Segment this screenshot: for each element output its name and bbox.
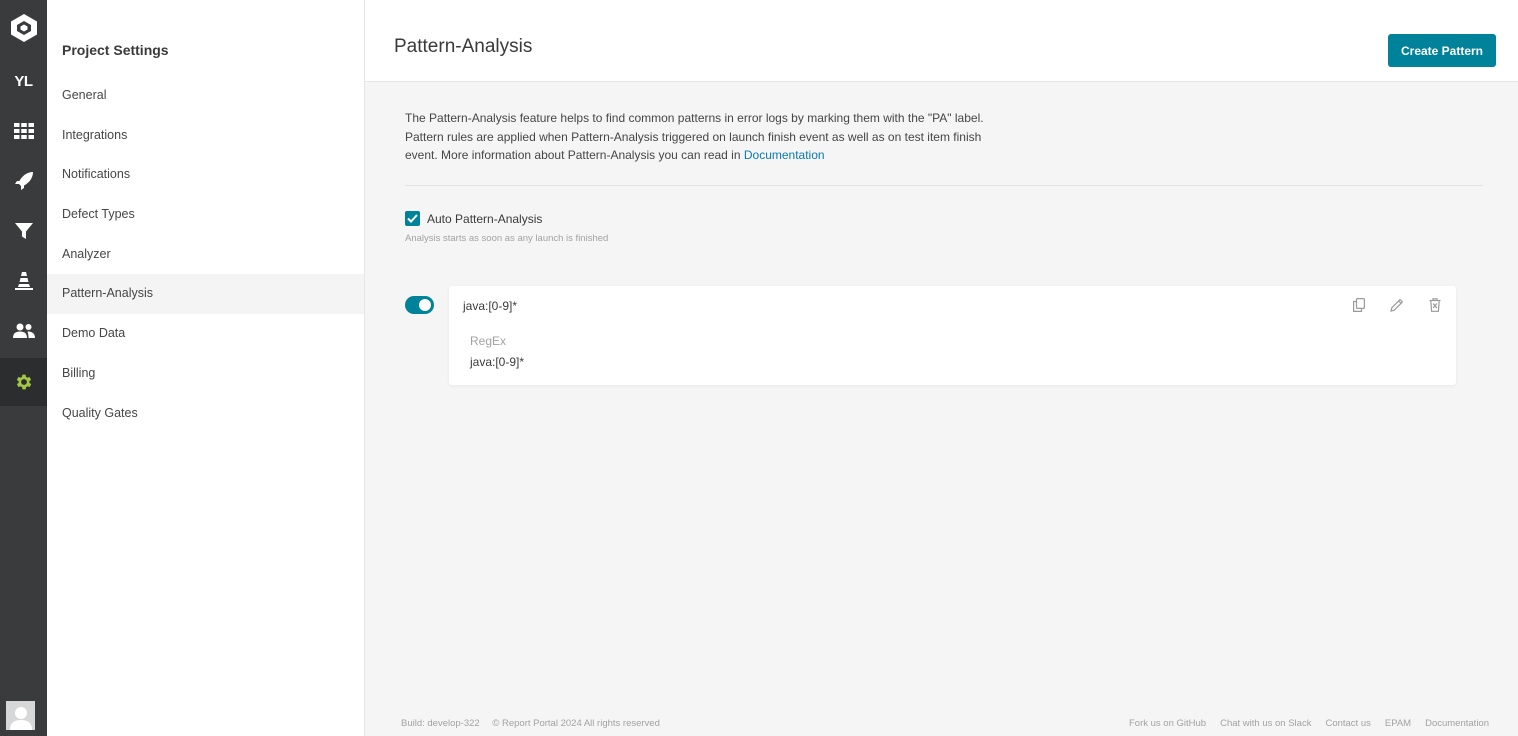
page-header: Pattern-Analysis Create Pattern [365,0,1518,82]
settings-nav-button[interactable] [0,358,47,406]
footer-build-info: Build: develop-322 © Report Portal 2024 … [401,718,660,729]
build-version: Build: develop-322 [401,718,480,729]
dashboard-grid-icon [13,123,34,139]
checkbox-hint: Analysis starts as soon as any launch is… [405,233,609,244]
sidebar-item-integrations[interactable]: Integrations [47,116,364,156]
copyright-text: © Report Portal 2024 All rights reserved [492,718,660,729]
auto-pattern-analysis-checkbox[interactable]: Auto Pattern-Analysis [405,211,542,226]
footer-link-documentation[interactable]: Documentation [1425,718,1489,729]
reportportal-logo-icon[interactable] [0,4,47,52]
sidebar-item-notifications[interactable]: Notifications [47,155,364,195]
settings-gear-icon [16,374,31,390]
pattern-name: java:[0-9]* [463,299,518,313]
debug-nav-button[interactable] [0,257,47,305]
copy-icon [1353,298,1365,312]
debug-cone-icon [14,272,33,290]
members-nav-button[interactable] [0,307,47,355]
section-divider [405,185,1483,186]
checkbox-checked[interactable] [405,211,420,226]
settings-sidebar: Project Settings General Integrations No… [47,0,365,736]
pattern-value: java:[0-9]* [470,355,525,369]
copy-pattern-button[interactable] [1352,298,1366,312]
pattern-card: java:[0-9]* RegEx java:[0-9]* [449,286,1456,385]
page-title: Pattern-Analysis [394,36,533,57]
toggle-knob [419,299,431,311]
sidebar-item-demo-data[interactable]: Demo Data [47,314,364,354]
rocket-launches-icon [14,172,33,190]
delete-pattern-button[interactable] [1428,298,1442,312]
members-icon [12,323,35,338]
sidebar-item-analyzer[interactable]: Analyzer [47,235,364,275]
pattern-type-label: RegEx [470,334,507,348]
description-text: The Pattern-Analysis feature helps to fi… [405,111,984,162]
launches-nav-button[interactable] [0,157,47,205]
edit-pattern-button[interactable] [1390,298,1404,312]
pattern-analysis-content: The Pattern-Analysis feature helps to fi… [405,109,1485,244]
checkmark-icon [407,214,418,223]
checkbox-label: Auto Pattern-Analysis [427,211,543,226]
footer-link-github[interactable]: Fork us on GitHub [1129,718,1206,729]
dashboards-nav-button[interactable] [0,107,47,155]
main-nav-rail: YL [0,0,47,736]
avatar[interactable] [6,701,35,730]
feature-description: The Pattern-Analysis feature helps to fi… [405,109,985,165]
project-initials: YL [14,72,33,90]
footer-link-slack[interactable]: Chat with us on Slack [1220,718,1311,729]
footer-links: Fork us on GitHub Chat with us on Slack … [1129,718,1489,729]
pattern-enabled-toggle[interactable] [405,296,434,314]
settings-nav-list: General Integrations Notifications Defec… [47,76,364,433]
create-pattern-button[interactable]: Create Pattern [1388,34,1496,67]
user-avatar-icon [9,707,32,730]
trash-icon [1429,298,1441,312]
filters-nav-button[interactable] [0,207,47,255]
footer-link-contact[interactable]: Contact us [1325,718,1370,729]
sidebar-item-pattern-analysis[interactable]: Pattern-Analysis [47,274,364,315]
footer-link-epam[interactable]: EPAM [1385,718,1411,729]
sidebar-item-general[interactable]: General [47,76,364,116]
project-selector[interactable]: YL [0,57,47,105]
sidebar-title: Project Settings [62,42,169,58]
pattern-actions [1352,298,1442,312]
sidebar-item-quality-gates[interactable]: Quality Gates [47,394,364,434]
filter-icon [14,223,33,239]
sidebar-item-defect-types[interactable]: Defect Types [47,195,364,235]
pencil-icon [1390,298,1404,312]
documentation-link[interactable]: Documentation [744,148,825,162]
sidebar-item-billing[interactable]: Billing [47,354,364,394]
